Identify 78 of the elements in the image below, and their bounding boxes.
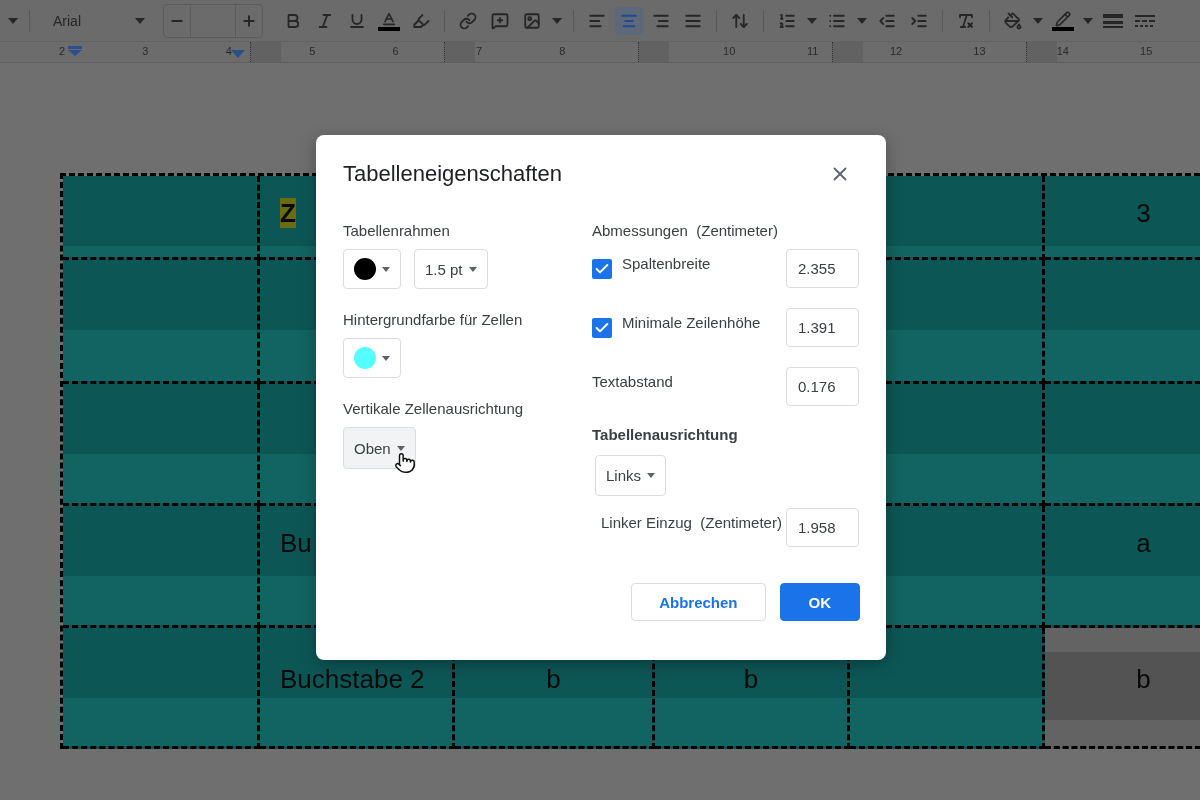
link-icon[interactable] <box>459 11 477 30</box>
number-field[interactable]: 0.176 <box>786 367 859 406</box>
ruler-number: 6 <box>392 45 399 57</box>
ruler-column-marker[interactable] <box>638 42 669 62</box>
border-color-bar <box>1052 26 1074 31</box>
ruler-number: 13 <box>973 45 986 57</box>
field-label: Textabstand <box>592 373 673 390</box>
cell-text: a <box>1136 528 1151 558</box>
caret-icon <box>135 17 145 24</box>
indent-marker-icon[interactable] <box>68 46 82 56</box>
checkbox-label: Minimale Zeilenhöhe <box>622 314 761 331</box>
checkbox[interactable] <box>592 258 612 279</box>
ruler-column-marker[interactable] <box>1026 42 1057 62</box>
cell-text: b <box>546 664 561 694</box>
pencil-icon[interactable] <box>1055 10 1071 27</box>
ruler-number: 12 <box>889 45 903 57</box>
paint-bucket-icon[interactable] <box>1004 11 1022 30</box>
border-width-icon[interactable] <box>1103 13 1123 28</box>
cell-text: Bu <box>280 528 312 558</box>
ruler-number: 15 <box>1140 45 1153 57</box>
table-alignment-dropdown[interactable]: Links <box>595 455 667 496</box>
ruler-number: 11 <box>806 45 819 57</box>
field-label: Abmessungen (Zentimeter) <box>592 222 778 239</box>
cell-text: b <box>743 664 759 694</box>
hand-cursor-icon <box>394 452 416 476</box>
caret-icon[interactable] <box>552 17 562 24</box>
border-color-dropdown[interactable] <box>343 249 401 289</box>
caret-icon[interactable] <box>857 17 867 24</box>
color-swatch <box>354 258 376 280</box>
ruler-number: 2 <box>58 45 66 57</box>
caret-icon[interactable] <box>1033 17 1043 24</box>
field-label: Vertikale Zellenausrichtung <box>343 400 524 417</box>
section-label: Tabellenausrichtung <box>592 426 738 443</box>
number-field[interactable]: 1.958 <box>786 508 859 547</box>
ruler-column-marker[interactable] <box>250 42 281 62</box>
number-field[interactable]: 2.355 <box>786 249 859 288</box>
add-comment-icon[interactable] <box>491 11 509 30</box>
field-label: Tabellenrahmen <box>343 222 450 239</box>
ruler-number: 5 <box>309 45 316 57</box>
indent-marker-icon[interactable] <box>231 50 245 58</box>
background-color-dropdown[interactable] <box>343 338 401 378</box>
caret-icon[interactable] <box>8 17 18 24</box>
text-color-icon[interactable] <box>381 10 397 27</box>
numbered-list-icon[interactable] <box>778 11 796 30</box>
caret-icon[interactable] <box>1083 17 1093 24</box>
text-color-bar <box>378 26 400 31</box>
align-center-button[interactable] <box>615 6 643 35</box>
checkbox-label: Spaltenbreite <box>622 255 711 272</box>
dialog-title: Tabelleneigenschaften <box>343 161 562 187</box>
ruler-column-marker[interactable] <box>444 42 475 62</box>
plus-icon[interactable] <box>241 12 257 29</box>
cell-text: 3 <box>1136 198 1151 228</box>
cell-text: Buchstabe 2 <box>280 664 425 694</box>
ruler-number: 7 <box>475 45 483 57</box>
underline-icon[interactable] <box>348 11 366 30</box>
field-label: Hintergrundfarbe für Zellen <box>343 311 523 328</box>
ruler-number: 3 <box>142 45 149 57</box>
border-dash-icon[interactable] <box>1135 14 1155 27</box>
caret-icon[interactable] <box>807 17 817 24</box>
highlighted-text: Z <box>280 198 296 228</box>
ok-button[interactable]: OK <box>779 583 860 621</box>
color-swatch <box>354 347 376 369</box>
number-field[interactable]: 1.391 <box>786 308 859 347</box>
ruler-number: 8 <box>559 45 566 57</box>
clear-formatting-icon[interactable] <box>957 11 975 30</box>
field-label: Linker Einzug (Zentimeter) <box>601 514 782 531</box>
cell-text: b <box>1136 664 1151 694</box>
highlighter-icon[interactable] <box>412 11 430 30</box>
checkbox[interactable] <box>592 317 612 338</box>
image-icon[interactable] <box>523 11 541 30</box>
cancel-button[interactable]: Abbrechen <box>631 583 766 621</box>
border-width-dropdown[interactable]: 1.5 pt <box>414 249 488 289</box>
italic-icon[interactable] <box>316 11 334 30</box>
ruler-column-marker[interactable] <box>832 42 863 62</box>
line-spacing-icon[interactable] <box>731 11 749 30</box>
ruler-number: 14 <box>1056 45 1069 57</box>
ruler-number: 10 <box>723 45 736 57</box>
ruler-number: 4 <box>225 45 232 57</box>
